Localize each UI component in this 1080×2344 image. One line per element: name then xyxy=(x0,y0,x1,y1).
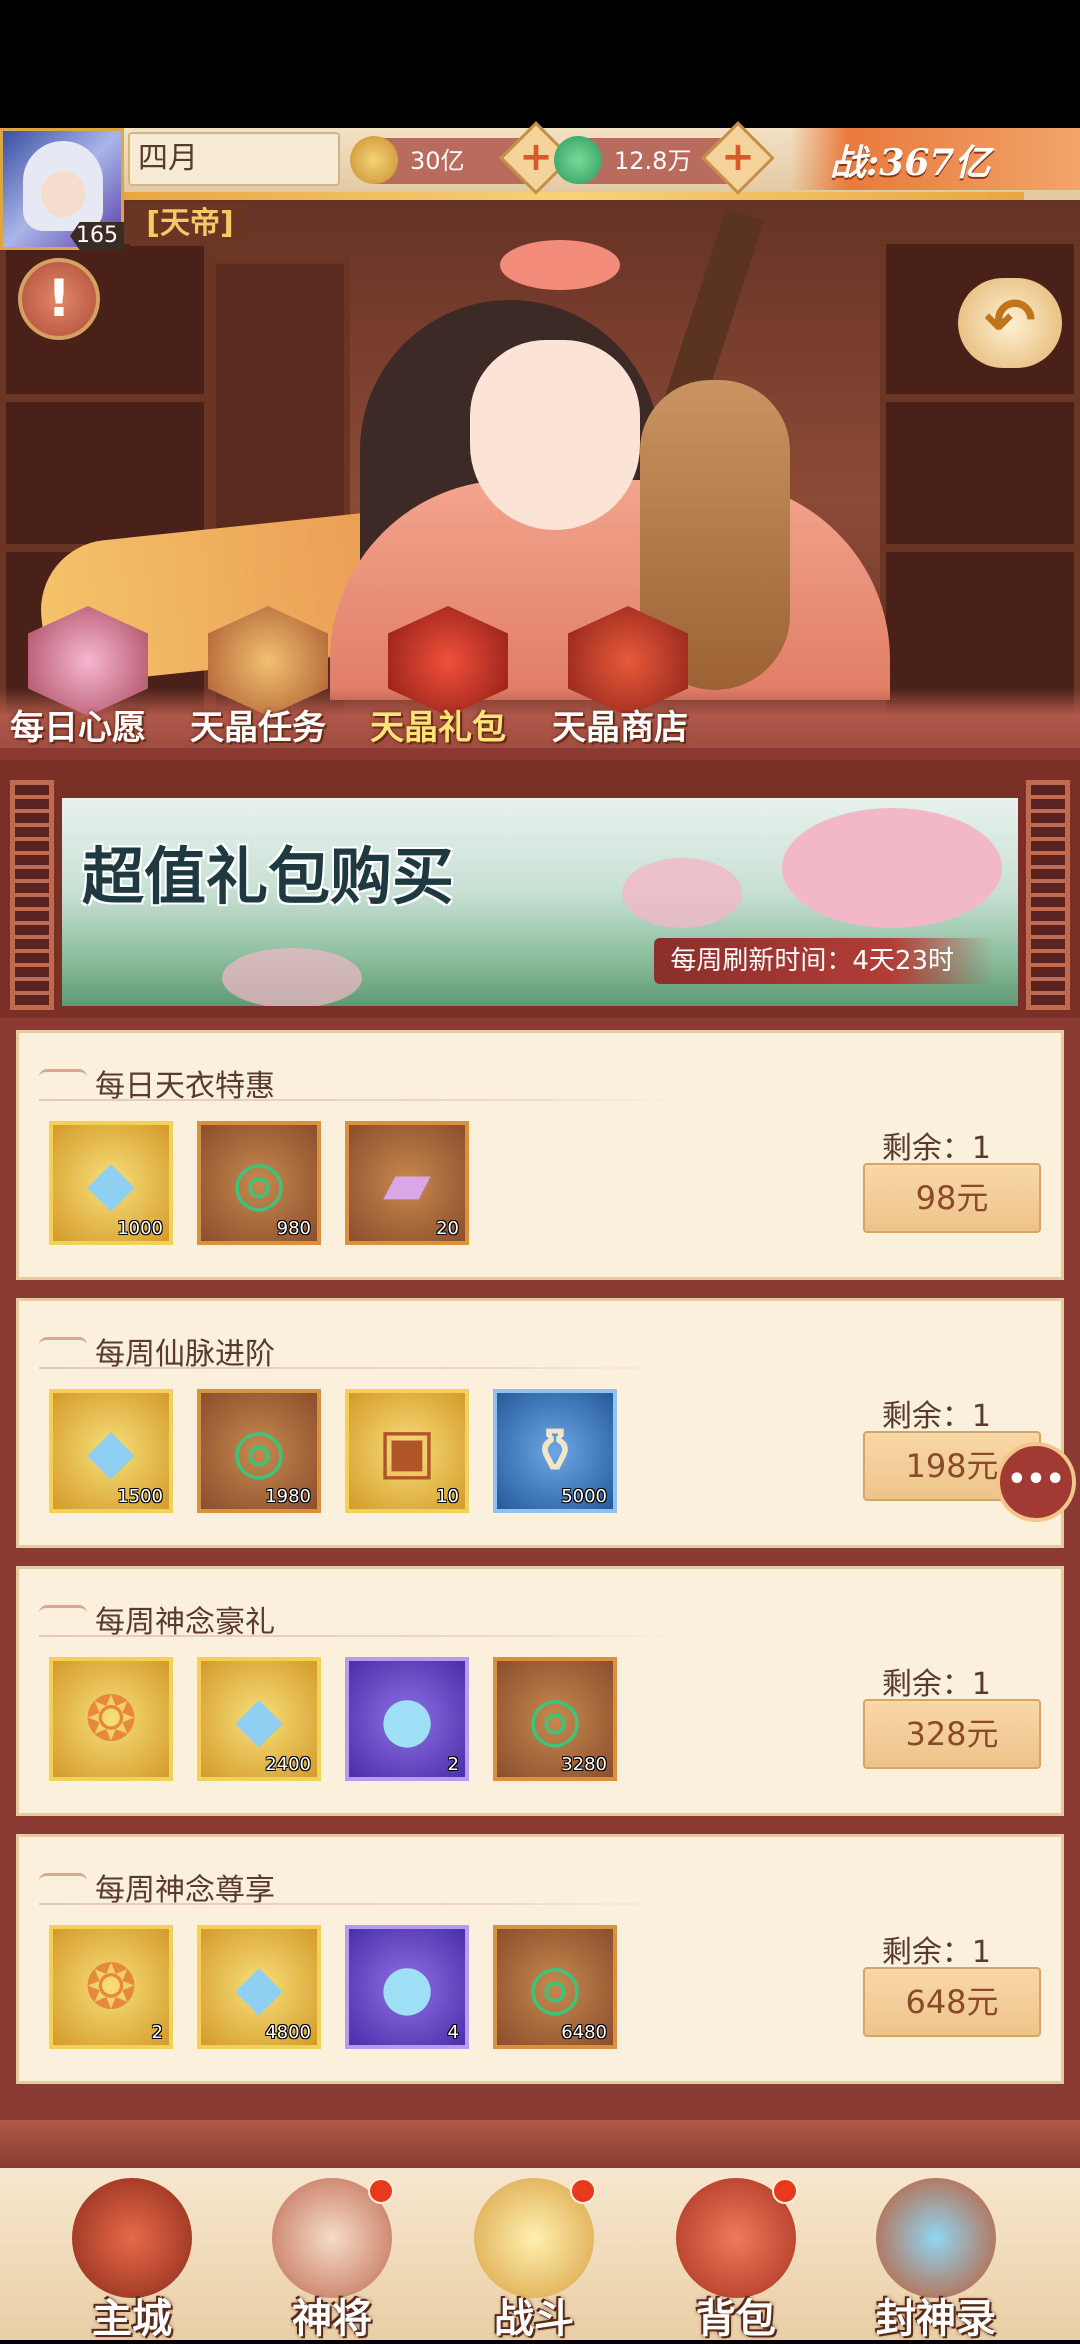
spirit-orb-icon[interactable]: ● 4 xyxy=(345,1925,469,2049)
combat-power-value: 战:367亿 xyxy=(830,142,991,184)
coin-icon xyxy=(350,136,398,184)
tab-daily-wish[interactable]: 每日心愿 xyxy=(10,700,146,749)
back-button[interactable]: ↶ xyxy=(958,278,1062,368)
player-name: 四月 xyxy=(128,132,340,186)
potion-bottle-icon[interactable]: ⚱ 5000 xyxy=(493,1389,617,1513)
nav-battle[interactable]: 战斗 xyxy=(464,2178,604,2342)
palace-icon xyxy=(72,2178,192,2298)
alert-button[interactable]: ! xyxy=(18,258,100,340)
buy-button[interactable]: 98元 xyxy=(863,1163,1041,1233)
exp-bar xyxy=(124,192,1024,200)
chat-bubble-icon: ••• xyxy=(1007,1462,1065,1497)
treasure-chest-icon[interactable]: ▣ 10 xyxy=(345,1389,469,1513)
back-arrow-icon: ↶ xyxy=(984,284,1036,357)
spirit-orb-icon[interactable]: ● 2 xyxy=(345,1657,469,1781)
character-face xyxy=(470,340,640,530)
lattice-right xyxy=(1026,780,1070,1010)
nav-trim xyxy=(0,2120,1080,2168)
tab-crystal-task[interactable]: 天晶任务 xyxy=(190,700,326,749)
jade-value: 12.8万 xyxy=(614,147,692,175)
crystal-crest-icon[interactable]: ◆ 2400 xyxy=(197,1657,321,1781)
silk-scroll-icon[interactable]: ▰ 20 xyxy=(345,1121,469,1245)
notification-badge xyxy=(570,2178,596,2204)
spirit-flame-icon[interactable]: ❂ 2 xyxy=(49,1925,173,2049)
player-title: [天帝] xyxy=(130,202,250,246)
spirit-flame-icon[interactable]: ❂ xyxy=(49,1657,173,1781)
buy-button[interactable]: 648元 xyxy=(863,1967,1041,2037)
coin-resource: 30亿 + xyxy=(350,121,573,195)
lattice-left xyxy=(10,780,54,1010)
nav-label: 背包 xyxy=(696,2296,776,2342)
jade-ring-icon[interactable]: ◎ 6480 xyxy=(493,1925,617,2049)
crystal-crest-icon[interactable]: ◆ 1000 xyxy=(49,1121,173,1245)
plus-icon: + xyxy=(519,134,553,180)
tab-crystal-gift[interactable]: 天晶礼包 xyxy=(370,700,506,749)
nav-generals[interactable]: 神将 xyxy=(262,2178,402,2342)
weekly-refresh-timer: 每周刷新时间：4天23时 xyxy=(654,938,994,984)
crystal-crest-icon[interactable]: ◆ 1500 xyxy=(49,1389,173,1513)
remaining-count: 剩余：1 xyxy=(881,1399,991,1434)
remaining-count: 剩余：1 xyxy=(881,1667,991,1702)
nav-main-city[interactable]: 主城 xyxy=(62,2178,202,2342)
promo-banner: 超值礼包购买 每周刷新时间：4天23时 xyxy=(62,798,1018,1006)
jade-resource: 12.8万 + xyxy=(554,121,775,195)
package-card: 每周神念豪礼 ❂ ◆ 2400 ● 2 ◎ 3280 剩余：1 328元 xyxy=(16,1566,1064,1816)
nav-label: 封神录 xyxy=(876,2296,996,2342)
nav-bag[interactable]: 背包 xyxy=(666,2178,806,2342)
notification-badge xyxy=(368,2178,394,2204)
nav-canonization[interactable]: 封神录 xyxy=(866,2178,1006,2342)
buy-button[interactable]: 328元 xyxy=(863,1699,1041,1769)
plus-icon: + xyxy=(721,134,755,180)
package-card: 每周仙脉进阶 ◆ 1500 ◎ 1980 ▣ 10 ⚱ 5000 剩余：1 198元 xyxy=(16,1298,1064,1548)
nav-label: 神将 xyxy=(292,2296,372,2342)
coin-value: 30亿 xyxy=(410,147,465,175)
player-level: 165 xyxy=(70,222,124,250)
jade-icon xyxy=(554,136,602,184)
package-card: 每周神念尊享 ❂ 2 ◆ 4800 ● 4 ◎ 6480 剩余：1 648元 xyxy=(16,1834,1064,2084)
jade-ring-icon[interactable]: ◎ 3280 xyxy=(493,1657,617,1781)
jade-ring-icon[interactable]: ◎ 1980 xyxy=(197,1389,321,1513)
jade-ring-icon[interactable]: ◎ 980 xyxy=(197,1121,321,1245)
tab-crystal-shop[interactable]: 天晶商店 xyxy=(552,700,688,749)
status-bar-area xyxy=(0,0,1080,128)
banner-title: 超值礼包购买 xyxy=(82,840,455,913)
package-card: 每日天衣特惠 ◆ 1000 ◎ 980 ▰ 20 剩余：1 98元 xyxy=(16,1030,1064,1280)
nav-label: 主城 xyxy=(92,2296,172,2342)
nav-label: 战斗 xyxy=(494,2296,574,2342)
notification-badge xyxy=(772,2178,798,2204)
canonization-book-icon xyxy=(876,2178,996,2298)
chat-button[interactable]: ••• xyxy=(996,1442,1076,1522)
exclamation-icon: ! xyxy=(47,269,71,329)
remaining-count: 剩余：1 xyxy=(881,1131,991,1166)
crystal-crest-icon[interactable]: ◆ 4800 xyxy=(197,1925,321,2049)
combat-power: 战:367亿 xyxy=(790,128,1080,190)
hair-ornament xyxy=(500,240,620,290)
remaining-count: 剩余：1 xyxy=(881,1935,991,1970)
